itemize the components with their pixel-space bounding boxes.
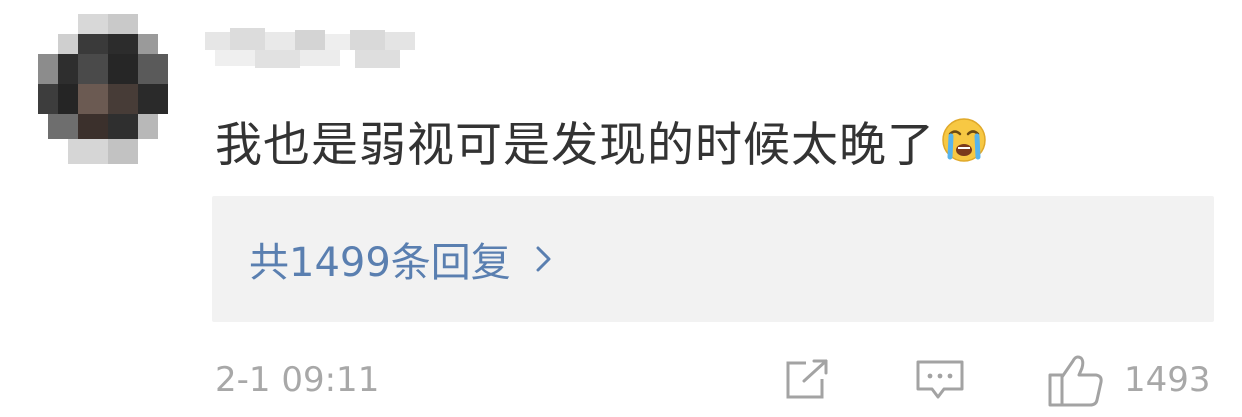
comment-text-body: 我也是弱视可是发现的时候太晚了 <box>215 117 935 173</box>
share-button[interactable] <box>782 357 832 403</box>
username-blurred[interactable] <box>205 20 425 80</box>
crying-face-emoji-icon <box>941 117 987 163</box>
avatar[interactable] <box>38 14 168 164</box>
comment-timestamp: 2-1 09:11 <box>215 360 380 400</box>
share-icon <box>782 359 832 407</box>
replies-count-label: 共1499条回复 <box>249 240 511 286</box>
thumbs-up-icon <box>1046 351 1106 409</box>
like-count: 1493 <box>1124 360 1211 400</box>
comment-bubble-icon <box>912 360 968 407</box>
comment-text: 我也是弱视可是发现的时候太晚了 <box>215 110 987 173</box>
chevron-right-icon <box>533 242 555 276</box>
comment-item: 我也是弱视可是发现的时候太晚了 共1499条回复 2-1 09:11 1493 <box>0 0 1242 417</box>
like-button[interactable]: 1493 <box>1046 350 1212 410</box>
reply-button[interactable] <box>912 357 968 403</box>
view-replies-button[interactable]: 共1499条回复 <box>212 196 1214 322</box>
